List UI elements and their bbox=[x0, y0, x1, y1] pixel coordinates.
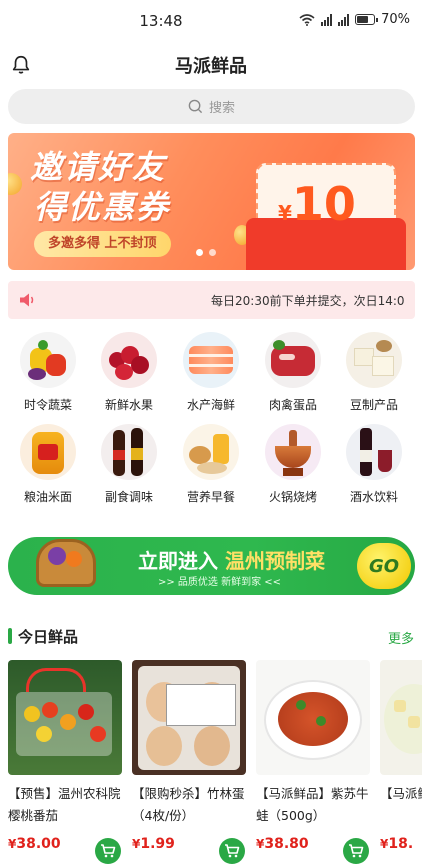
speaker-icon bbox=[20, 293, 34, 307]
category-label: 副食调味 bbox=[104, 490, 153, 504]
seafood-icon bbox=[183, 332, 239, 388]
product-name: 【马派鲜品】烩玉子 bbox=[380, 786, 422, 801]
category-label: 水产海鲜 bbox=[186, 398, 235, 412]
category-meat[interactable]: 肉禽蛋品 bbox=[253, 332, 333, 413]
oil-grain-icon bbox=[20, 424, 76, 480]
signal-icon-2 bbox=[338, 13, 350, 26]
category-vegetables[interactable]: 时令蔬菜 bbox=[8, 332, 88, 413]
add-to-cart-button[interactable] bbox=[95, 838, 121, 864]
coupon-amount: ¥10 bbox=[278, 177, 356, 231]
battery-level: 70% bbox=[381, 12, 410, 27]
category-hotpot[interactable]: 火锅烧烤 bbox=[253, 424, 333, 505]
product-image bbox=[380, 660, 422, 775]
carousel-dot[interactable] bbox=[209, 249, 216, 256]
search-input[interactable]: 搜索 bbox=[8, 89, 415, 124]
cart-icon bbox=[349, 844, 364, 858]
category-label: 酒水饮料 bbox=[349, 490, 398, 504]
banner-title-line2: 得优惠券 bbox=[34, 188, 171, 226]
search-icon bbox=[188, 99, 203, 114]
product-name: 【限购秒杀】竹林蛋（4枚/份） bbox=[132, 786, 245, 823]
product-image bbox=[132, 660, 246, 775]
vegetables-icon bbox=[20, 332, 76, 388]
category-oil-grain[interactable]: 粮油米面 bbox=[8, 424, 88, 505]
coin-decoration bbox=[8, 173, 22, 195]
promo-subtitle: >> 品质优选 新鲜到家 << bbox=[158, 577, 282, 588]
product-card[interactable]: 【马派鲜品】紫苏牛蛙（500g） ¥38.80 bbox=[256, 660, 370, 852]
category-fruit[interactable]: 新鲜水果 bbox=[89, 332, 169, 413]
page-title: 马派鲜品 bbox=[175, 56, 247, 77]
banner-subtitle: 多邀多得 上不封顶 bbox=[34, 231, 171, 257]
product-card[interactable]: 【预售】温州农科院樱桃番茄 ¥38.00 bbox=[8, 660, 122, 852]
banner-title-line1: 邀请好友 bbox=[30, 148, 167, 186]
basket-decoration bbox=[48, 547, 66, 565]
price-value: 18. bbox=[388, 836, 414, 852]
coupon-currency: ¥ bbox=[278, 201, 292, 225]
breakfast-icon bbox=[183, 424, 239, 480]
cart-icon bbox=[101, 844, 116, 858]
category-label: 营养早餐 bbox=[186, 490, 235, 504]
app-header: 马派鲜品 bbox=[0, 44, 422, 86]
go-button[interactable]: GO bbox=[357, 543, 411, 589]
notice-bar[interactable]: 每日20:30前下单并提交，次日14:0 bbox=[8, 281, 415, 319]
category-label: 肉禽蛋品 bbox=[268, 398, 317, 412]
category-label: 粮油米面 bbox=[23, 490, 72, 504]
category-label: 火锅烧烤 bbox=[268, 490, 317, 504]
section-accent bbox=[8, 628, 12, 644]
product-price: ¥18. bbox=[380, 833, 422, 852]
product-image bbox=[8, 660, 122, 775]
signal-icon bbox=[321, 13, 333, 26]
basket-icon bbox=[36, 539, 96, 587]
category-label: 豆制产品 bbox=[349, 398, 398, 412]
product-card[interactable]: 【马派鲜品】烩玉子 ¥18. bbox=[380, 660, 422, 852]
section-title: 今日鲜品 bbox=[18, 628, 79, 646]
basket-decoration bbox=[66, 551, 82, 567]
carousel-dots bbox=[196, 249, 216, 256]
product-name: 【马派鲜品】紫苏牛蛙（500g） bbox=[256, 786, 369, 823]
hotpot-icon bbox=[265, 424, 321, 480]
price-value: 38.80 bbox=[264, 836, 309, 852]
wifi-icon bbox=[299, 13, 315, 26]
add-to-cart-button[interactable] bbox=[343, 838, 369, 864]
category-breakfast[interactable]: 营养早餐 bbox=[171, 424, 251, 505]
promo-title-prefix: 立即进入 bbox=[138, 549, 218, 573]
banner-title: 邀请好友 得优惠券 bbox=[30, 147, 170, 227]
status-bar: 13:48 70% bbox=[0, 0, 422, 44]
prepared-food-banner[interactable]: 立即进入 温州预制菜 >> 品质优选 新鲜到家 << GO bbox=[8, 537, 415, 595]
cart-icon bbox=[225, 844, 240, 858]
coupon-value: 10 bbox=[291, 177, 356, 231]
promo-title-highlight: 温州预制菜 bbox=[224, 549, 325, 573]
tofu-icon bbox=[346, 332, 402, 388]
category-drinks[interactable]: 酒水饮料 bbox=[334, 424, 414, 505]
product-image bbox=[256, 660, 370, 775]
price-value: 38.00 bbox=[16, 836, 61, 852]
battery-icon bbox=[355, 14, 379, 25]
promo-title: 立即进入 温州预制菜 bbox=[138, 545, 325, 574]
status-time: 13:48 bbox=[139, 12, 183, 30]
category-label: 新鲜水果 bbox=[104, 398, 153, 412]
category-tofu[interactable]: 豆制产品 bbox=[334, 332, 414, 413]
carousel-dot[interactable] bbox=[196, 249, 203, 256]
price-value: 1.99 bbox=[140, 836, 175, 852]
category-seafood[interactable]: 水产海鲜 bbox=[171, 332, 251, 413]
fruit-icon bbox=[101, 332, 157, 388]
seasoning-icon bbox=[101, 424, 157, 480]
search-placeholder: 搜索 bbox=[208, 101, 235, 116]
add-to-cart-button[interactable] bbox=[219, 838, 245, 864]
drinks-icon bbox=[346, 424, 402, 480]
product-name: 【预售】温州农科院樱桃番茄 bbox=[8, 786, 121, 823]
category-label: 时令蔬菜 bbox=[23, 398, 72, 412]
notice-text: 每日20:30前下单并提交，次日14:0 bbox=[211, 294, 405, 308]
meat-icon bbox=[265, 332, 321, 388]
status-icons: 70% bbox=[299, 12, 410, 27]
more-link[interactable]: 更多 bbox=[388, 628, 414, 647]
product-card[interactable]: 【限购秒杀】竹林蛋（4枚/份） ¥1.99 bbox=[132, 660, 246, 852]
category-seasoning[interactable]: 副食调味 bbox=[89, 424, 169, 505]
